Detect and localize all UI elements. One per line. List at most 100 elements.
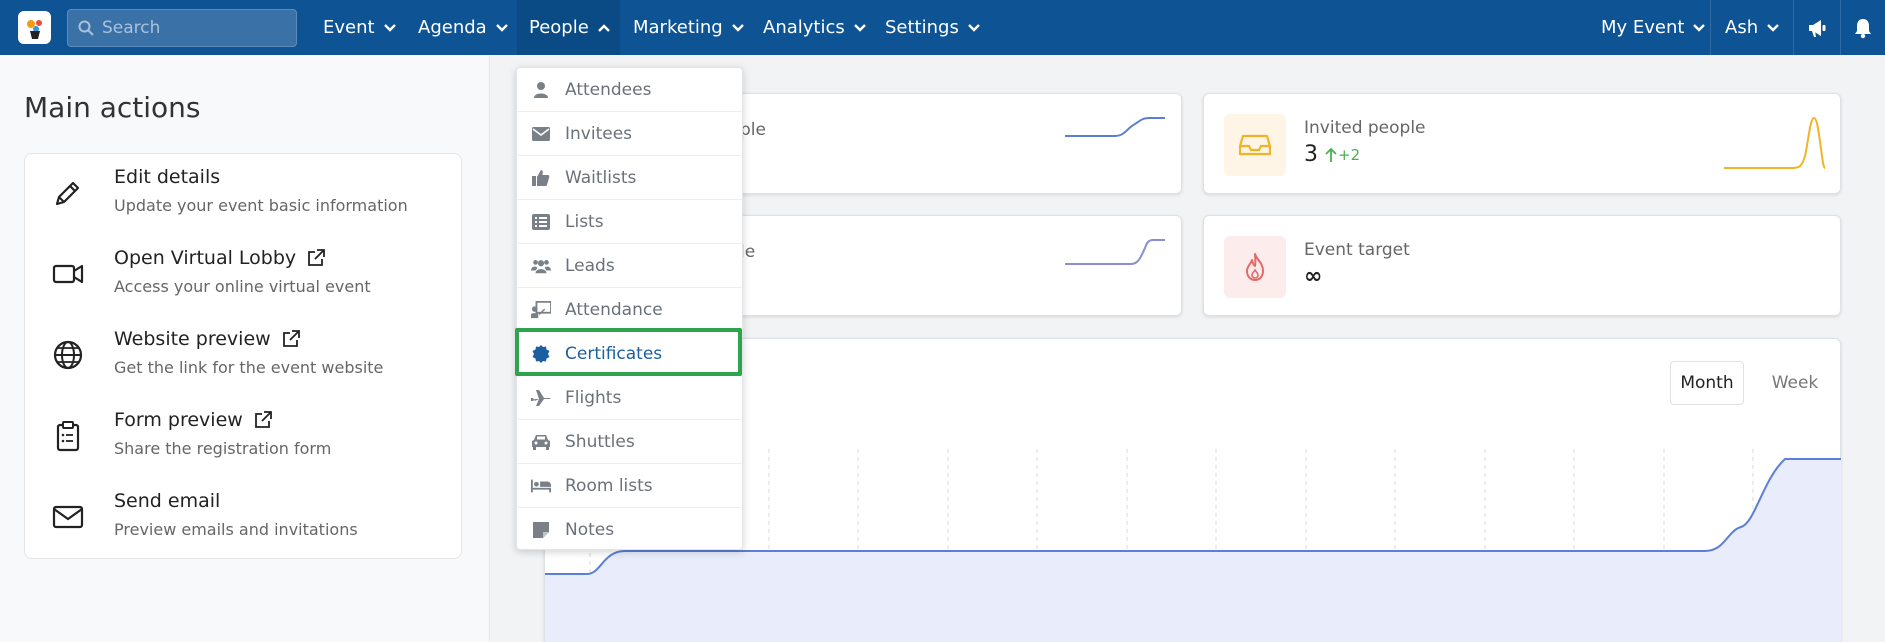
search-icon bbox=[78, 20, 94, 36]
bell-icon bbox=[1855, 18, 1871, 38]
menu-item-label: Waitlists bbox=[565, 167, 637, 188]
nav-my-event[interactable]: My Event bbox=[1601, 0, 1706, 55]
invited-label: Invited people bbox=[1304, 118, 1426, 138]
sparkline bbox=[1065, 117, 1165, 137]
menu-item-lists[interactable]: Lists bbox=[517, 200, 742, 244]
chevron-up-icon bbox=[597, 23, 610, 32]
website-preview-title: Website preview bbox=[114, 328, 271, 350]
menu-item-label: Leads bbox=[565, 255, 615, 276]
chevron-down-icon bbox=[967, 23, 980, 32]
envelope-icon bbox=[52, 505, 84, 529]
invited-delta-value: +2 bbox=[1338, 145, 1361, 164]
nav-separator bbox=[1840, 0, 1841, 55]
external-link-icon bbox=[282, 330, 300, 347]
list-icon bbox=[531, 212, 551, 232]
open-virtual-lobby-title: Open Virtual Lobby bbox=[114, 247, 297, 269]
nav-agenda[interactable]: Agenda bbox=[418, 0, 509, 55]
search-input[interactable] bbox=[102, 18, 282, 38]
search-box[interactable] bbox=[67, 9, 297, 47]
user-icon bbox=[531, 80, 551, 100]
attendance-icon bbox=[531, 300, 551, 320]
menu-item-label: Attendance bbox=[565, 299, 663, 320]
stat-card-invited: Invited people 3 +2 bbox=[1203, 93, 1841, 194]
main-actions-heading: Main actions bbox=[24, 91, 201, 124]
menu-item-leads[interactable]: Leads bbox=[517, 244, 742, 288]
invited-value: 3 bbox=[1304, 142, 1318, 167]
menu-item-certificates[interactable]: Certificates bbox=[517, 332, 742, 376]
thumbs-up-icon bbox=[531, 168, 551, 188]
website-preview-action[interactable]: Website preview Get the link for the eve… bbox=[25, 316, 461, 396]
event-target-label: Event target bbox=[1304, 240, 1410, 260]
chevron-down-icon bbox=[1767, 23, 1779, 32]
menu-item-notes[interactable]: Notes bbox=[517, 508, 742, 552]
nav-user-label: Ash bbox=[1725, 17, 1759, 38]
nav-settings-label: Settings bbox=[885, 17, 959, 38]
menu-item-shuttles[interactable]: Shuttles bbox=[517, 420, 742, 464]
send-email-action[interactable]: Send email Preview emails and invitation… bbox=[25, 478, 461, 558]
action-title: Edit details bbox=[114, 166, 220, 188]
plane-icon bbox=[531, 388, 551, 408]
envelope-icon bbox=[531, 124, 551, 144]
menu-item-flights[interactable]: Flights bbox=[517, 376, 742, 420]
form-preview-title: Form preview bbox=[114, 409, 243, 431]
action-title: Website preview bbox=[114, 328, 301, 350]
notifications-button[interactable] bbox=[1853, 0, 1873, 55]
menu-item-label: Room lists bbox=[565, 475, 653, 496]
nav-user[interactable]: Ash bbox=[1725, 0, 1780, 55]
external-link-icon bbox=[254, 411, 272, 428]
chevron-down-icon bbox=[495, 23, 508, 32]
form-preview-desc: Share the registration form bbox=[114, 439, 332, 458]
chevron-down-icon bbox=[853, 23, 866, 32]
announcements-button[interactable] bbox=[1807, 0, 1829, 55]
invited-delta: +2 bbox=[1324, 146, 1360, 164]
nav-separator bbox=[1793, 0, 1794, 55]
nav-marketing-label: Marketing bbox=[633, 17, 723, 38]
stat-card-event-target: Event target ∞ bbox=[1203, 215, 1841, 316]
menu-item-room-lists[interactable]: Room lists bbox=[517, 464, 742, 508]
send-email-desc: Preview emails and invitations bbox=[114, 520, 358, 539]
menu-item-label: Invitees bbox=[565, 123, 633, 144]
nav-marketing[interactable]: Marketing bbox=[633, 0, 745, 55]
chevron-down-icon bbox=[1693, 23, 1706, 32]
car-icon bbox=[531, 432, 551, 452]
open-virtual-lobby-desc: Access your online virtual event bbox=[114, 277, 371, 296]
menu-item-waitlists[interactable]: Waitlists bbox=[517, 156, 742, 200]
invited-value-row: 3 +2 bbox=[1304, 142, 1360, 167]
nav-event[interactable]: Event bbox=[323, 0, 397, 55]
website-preview-desc: Get the link for the event website bbox=[114, 358, 384, 377]
app-logo[interactable] bbox=[18, 11, 51, 44]
form-preview-action[interactable]: Form preview Share the registration form bbox=[25, 397, 461, 477]
month-toggle[interactable]: Month bbox=[1670, 361, 1744, 405]
week-toggle[interactable]: Week bbox=[1763, 361, 1827, 405]
menu-item-invitees[interactable]: Invitees bbox=[517, 112, 742, 156]
nav-analytics[interactable]: Analytics bbox=[763, 0, 867, 55]
certificate-icon bbox=[531, 344, 551, 364]
menu-item-label: Flights bbox=[565, 387, 622, 408]
event-target-value: ∞ bbox=[1304, 264, 1323, 289]
nav-event-label: Event bbox=[323, 17, 375, 38]
nav-settings[interactable]: Settings bbox=[885, 0, 981, 55]
sparkline bbox=[1065, 239, 1165, 265]
stat-label: ple bbox=[740, 120, 766, 140]
chevron-down-icon bbox=[383, 23, 396, 32]
nav-people[interactable]: People bbox=[517, 0, 620, 55]
menu-item-label: Lists bbox=[565, 211, 604, 232]
megaphone-icon bbox=[1809, 19, 1826, 37]
menu-item-label: Certificates bbox=[565, 343, 663, 364]
external-link-icon bbox=[308, 249, 326, 266]
clipboard-icon bbox=[56, 421, 80, 452]
fire-icon bbox=[1224, 236, 1286, 298]
menu-item-attendance[interactable]: Attendance bbox=[517, 288, 742, 332]
edit-details-action[interactable]: Edit details Update your event basic inf… bbox=[25, 154, 461, 234]
edit-details-desc: Update your event basic information bbox=[114, 196, 408, 215]
action-title: Send email bbox=[114, 490, 220, 512]
open-virtual-lobby-action[interactable]: Open Virtual Lobby Access your online vi… bbox=[25, 235, 461, 315]
nav-analytics-label: Analytics bbox=[763, 17, 845, 38]
nav-separator bbox=[1710, 0, 1711, 55]
menu-item-attendees[interactable]: Attendees bbox=[517, 68, 742, 112]
main-actions-list: Edit details Update your event basic inf… bbox=[24, 153, 462, 559]
chevron-down-icon bbox=[731, 23, 744, 32]
nav-agenda-label: Agenda bbox=[418, 17, 487, 38]
menu-item-label: Attendees bbox=[565, 79, 652, 100]
logo-icon bbox=[26, 19, 42, 39]
